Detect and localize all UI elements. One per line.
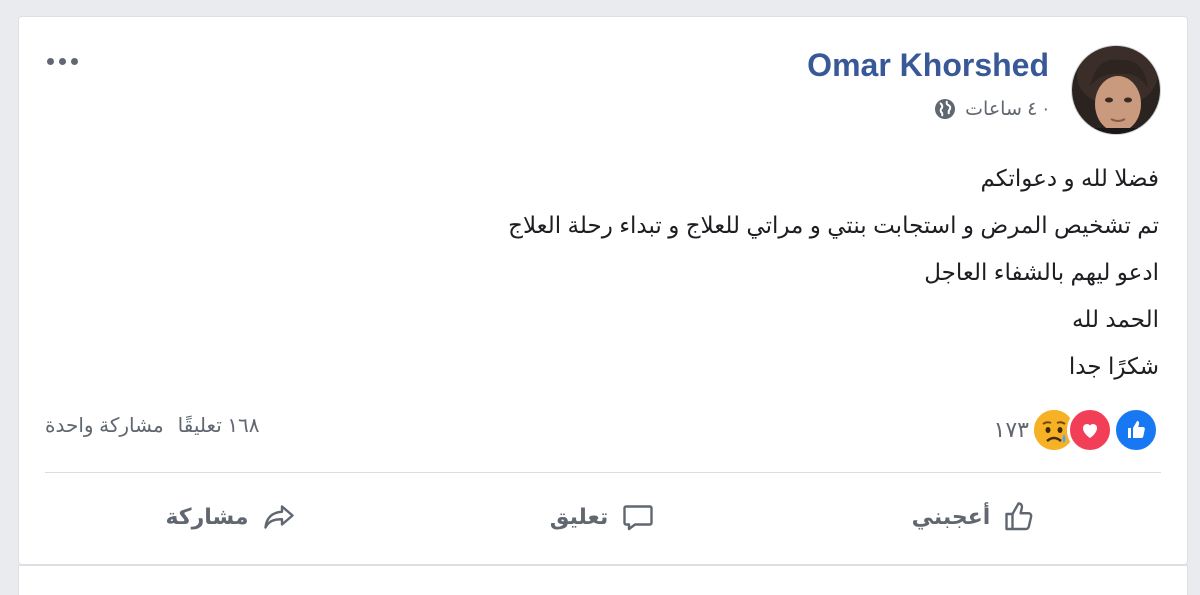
- action-bar: أعجبني تعليق مشاركة: [45, 487, 1161, 547]
- post-body: فضلا لله و دعواتكم تم تشخيص المرض و استج…: [159, 155, 1159, 390]
- share-button[interactable]: مشاركة: [45, 487, 417, 547]
- post-line: شكرًا جدا: [1068, 353, 1159, 379]
- post-card: Omar Khorshed ٤ ساعات · فضلا لله و دعوات…: [18, 16, 1188, 565]
- share-label: مشاركة: [165, 504, 249, 529]
- more-options-icon[interactable]: [41, 49, 83, 73]
- avatar-image: [1072, 46, 1160, 134]
- post-meta: ٤ ساعات ·: [933, 97, 1049, 121]
- post-line: فضلا لله و دعواتكم: [980, 165, 1159, 191]
- more-dot: [46, 57, 54, 65]
- globe-icon[interactable]: [933, 97, 957, 121]
- reactions-count: ١٧٣: [993, 417, 1029, 442]
- post-time[interactable]: ٤ ساعات ·: [965, 98, 1049, 121]
- comment-button[interactable]: تعليق: [417, 487, 789, 547]
- engagement-counts: ١٦٨ تعليقًا مشاركة واحدة: [45, 413, 260, 438]
- love-reaction-icon: [1067, 407, 1113, 453]
- comments-count[interactable]: ١٦٨ تعليقًا: [178, 413, 260, 438]
- author-name[interactable]: Omar Khorshed: [807, 47, 1049, 84]
- post-line: الحمد لله: [1072, 306, 1159, 332]
- more-dot: [70, 57, 78, 65]
- comment-label: تعليق: [549, 504, 609, 529]
- post-line: تم تشخيص المرض و استجابت بنتي و مراتي لل…: [508, 212, 1159, 238]
- next-post-card: [18, 565, 1188, 595]
- like-label: أعجبني: [911, 504, 991, 529]
- shares-count[interactable]: مشاركة واحدة: [45, 413, 164, 438]
- thumbs-up-icon: [1005, 502, 1033, 531]
- like-reaction-icon: [1113, 407, 1159, 453]
- more-dot: [58, 57, 66, 65]
- author-avatar[interactable]: [1071, 45, 1161, 135]
- share-icon: [263, 505, 294, 529]
- like-button[interactable]: أعجبني: [789, 487, 1161, 547]
- divider: [45, 472, 1161, 473]
- post-line: ادعو ليهم بالشفاء العاجل: [924, 259, 1159, 285]
- reactions-summary[interactable]: ١٧٣: [994, 407, 1159, 453]
- comment-icon: [623, 505, 653, 531]
